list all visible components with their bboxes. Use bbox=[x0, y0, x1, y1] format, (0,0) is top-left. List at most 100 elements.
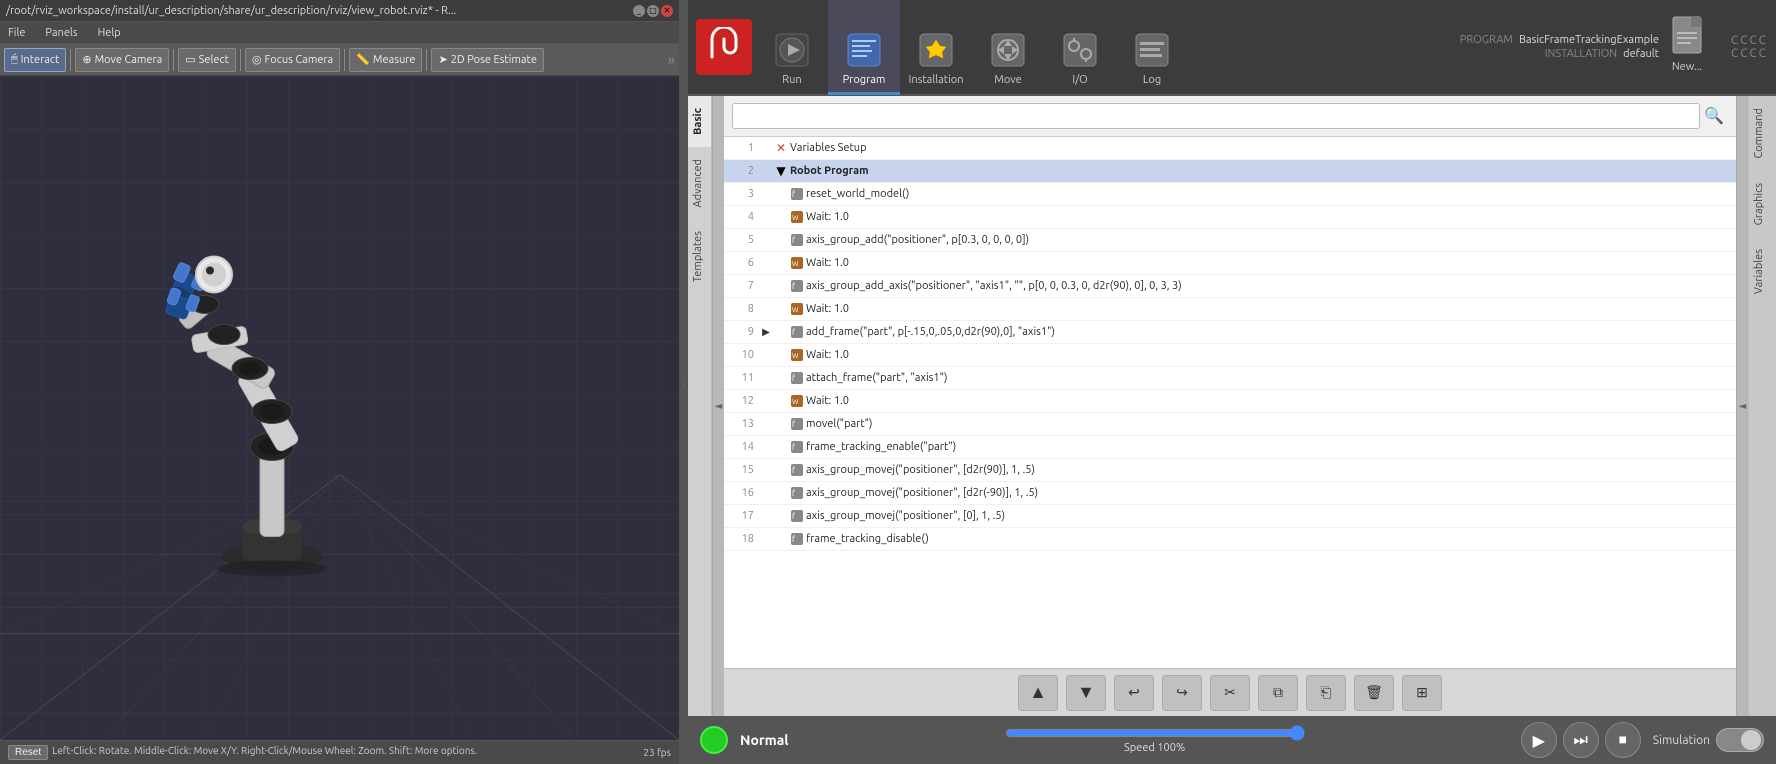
side-panel-tab-command[interactable]: Command bbox=[1749, 96, 1776, 171]
svg-text:W: W bbox=[792, 398, 799, 406]
tree-row[interactable]: 10 W Wait: 1.0 bbox=[724, 344, 1736, 367]
line-num-7: 7 bbox=[728, 280, 760, 292]
rviz-menu-help[interactable]: Help bbox=[94, 25, 125, 41]
tree-row[interactable]: 14 f frame_tracking_enable("part") bbox=[724, 436, 1736, 459]
rviz-menu-file[interactable]: File bbox=[4, 25, 29, 41]
rviz-close-btn[interactable]: ✕ bbox=[661, 5, 673, 17]
svg-text:W: W bbox=[792, 306, 799, 314]
right-collapse-handle[interactable]: ◄ bbox=[1736, 96, 1748, 716]
ur-statusbar: Normal Speed 100% ▶ ⏭ ⏹ Simulation bbox=[688, 716, 1776, 764]
row-text-11: attach_frame("part", "axis1") bbox=[806, 372, 948, 384]
toolbar-sep-2 bbox=[173, 49, 174, 71]
program-tree[interactable]: 1 ✕ Variables Setup 2 ▼ Robot Program bbox=[724, 137, 1736, 668]
side-tab-templates[interactable]: Templates bbox=[688, 219, 711, 294]
pose-estimate-tool-btn[interactable]: ➤ 2D Pose Estimate bbox=[431, 48, 543, 72]
side-tab-advanced[interactable]: Advanced bbox=[688, 147, 711, 219]
rviz-menu-bar: File Panels Help bbox=[0, 22, 679, 44]
program-name-row: PROGRAM BasicFrameTrackingExample bbox=[1460, 34, 1659, 46]
row-text-12: Wait: 1.0 bbox=[806, 395, 849, 407]
simulation-switch[interactable] bbox=[1716, 728, 1764, 752]
search-input[interactable] bbox=[732, 103, 1700, 129]
speed-slider[interactable] bbox=[1005, 726, 1305, 740]
toolbar-sep-4 bbox=[344, 49, 345, 71]
toolbar-sep-1 bbox=[70, 49, 71, 71]
tree-row[interactable]: 15 f axis_group_movej("positioner", [d2r… bbox=[724, 459, 1736, 482]
status-led bbox=[700, 726, 728, 754]
rviz-menu-panels[interactable]: Panels bbox=[41, 25, 81, 41]
redo-btn[interactable]: ↪ bbox=[1162, 675, 1202, 711]
tree-row[interactable]: 2 ▼ Robot Program bbox=[724, 160, 1736, 183]
tree-row[interactable]: 12 W Wait: 1.0 bbox=[724, 390, 1736, 413]
toolbar-more-btn[interactable]: » bbox=[667, 51, 675, 69]
tree-row[interactable]: 17 f axis_group_movej("positioner", [0],… bbox=[724, 505, 1736, 528]
tab-program[interactable]: Program bbox=[828, 0, 900, 95]
rviz-minimize-btn[interactable]: _ bbox=[633, 5, 645, 17]
select-tool-btn[interactable]: ▭ Select bbox=[178, 48, 236, 72]
focus-camera-tool-btn[interactable]: ◎ Focus Camera bbox=[245, 48, 340, 72]
interact-tool-btn[interactable]: 🖱 Interact bbox=[4, 48, 66, 72]
left-collapse-handle[interactable]: ◄ bbox=[712, 96, 724, 716]
installation-icon-svg bbox=[918, 32, 954, 68]
expand-btn[interactable]: ⊞ bbox=[1402, 675, 1442, 711]
tree-row[interactable]: 16 f axis_group_movej("positioner", [d2r… bbox=[724, 482, 1736, 505]
tree-row[interactable]: 18 f frame_tracking_disable() bbox=[724, 528, 1736, 551]
tree-row[interactable]: 3 f reset_world_model() bbox=[724, 183, 1736, 206]
tree-row[interactable]: 6 W Wait: 1.0 bbox=[724, 252, 1736, 275]
search-bar: 🔍 bbox=[724, 96, 1736, 137]
row-text-15: axis_group_movej("positioner", [d2r(90)]… bbox=[806, 464, 1035, 476]
line-num-3: 3 bbox=[728, 188, 760, 200]
cut-btn[interactable]: ✂ bbox=[1210, 675, 1250, 711]
tree-row[interactable]: 4 W Wait: 1.0 bbox=[724, 206, 1736, 229]
panel-divider[interactable]: ⋮ bbox=[680, 0, 688, 764]
tree-row[interactable]: 5 f axis_group_add("positioner", p[0.3, … bbox=[724, 229, 1736, 252]
undo-btn[interactable]: ↩ bbox=[1114, 675, 1154, 711]
move-camera-tool-btn[interactable]: ⊕ Move Camera bbox=[75, 48, 169, 72]
row-icon-8: W bbox=[788, 300, 806, 318]
tab-program-label: Program bbox=[843, 74, 886, 86]
rviz-maximize-btn[interactable]: □ bbox=[647, 5, 659, 17]
tree-row[interactable]: 13 f movel("part") bbox=[724, 413, 1736, 436]
log-icon-svg bbox=[1134, 32, 1170, 68]
line-num-2: 2 bbox=[728, 165, 760, 177]
row-icon-6: W bbox=[788, 254, 806, 272]
tree-row[interactable]: 7 f axis_group_add_axis("positioner", "a… bbox=[724, 275, 1736, 298]
rviz-reset-btn[interactable]: Reset bbox=[8, 745, 48, 760]
move-down-btn[interactable]: ▼ bbox=[1066, 675, 1106, 711]
line-num-5: 5 bbox=[728, 234, 760, 246]
tab-io[interactable]: I/O bbox=[1044, 0, 1116, 95]
svg-text:W: W bbox=[792, 260, 799, 268]
side-tab-basic[interactable]: Basic bbox=[688, 96, 711, 147]
tree-row[interactable]: 9 ▶ f add_frame("part", p[-.15,0,.05,0,d… bbox=[724, 321, 1736, 344]
line-num-9: 9 bbox=[728, 326, 760, 338]
copy-btn[interactable]: ⧉ bbox=[1258, 675, 1298, 711]
play-btn[interactable]: ▶ bbox=[1521, 722, 1557, 758]
stop-btn[interactable]: ⏹ bbox=[1605, 722, 1641, 758]
installation-row: INSTALLATION default bbox=[1545, 48, 1659, 60]
line-num-6: 6 bbox=[728, 257, 760, 269]
tab-run[interactable]: Run bbox=[756, 0, 828, 95]
tab-move[interactable]: Move bbox=[972, 0, 1044, 95]
rviz-viewport[interactable] bbox=[0, 76, 679, 740]
step-btn[interactable]: ⏭ bbox=[1563, 722, 1599, 758]
tab-log[interactable]: Log bbox=[1116, 0, 1188, 95]
move-up-btn[interactable]: ▲ bbox=[1018, 675, 1058, 711]
paste-btn[interactable]: ⎗ bbox=[1306, 675, 1346, 711]
tree-row[interactable]: 1 ✕ Variables Setup bbox=[724, 137, 1736, 160]
tree-row[interactable]: 11 f attach_frame("part", "axis1") bbox=[724, 367, 1736, 390]
search-button[interactable]: 🔍 bbox=[1700, 102, 1728, 130]
measure-tool-btn[interactable]: 📏 Measure bbox=[349, 48, 422, 72]
row-icon-5: f bbox=[788, 231, 806, 249]
program-tab-icon bbox=[842, 28, 886, 72]
side-panel-tab-variables[interactable]: Variables bbox=[1749, 237, 1776, 306]
row-text-6: Wait: 1.0 bbox=[806, 257, 849, 269]
new-btn[interactable]: New... bbox=[1667, 21, 1707, 73]
delete-btn[interactable]: 🗑 bbox=[1354, 675, 1394, 711]
tab-installation[interactable]: Installation bbox=[900, 0, 972, 95]
io-icon-svg bbox=[1062, 32, 1098, 68]
toggle-knob bbox=[1741, 730, 1761, 750]
tree-row[interactable]: 8 W Wait: 1.0 bbox=[724, 298, 1736, 321]
move-camera-label: Move Camera bbox=[95, 54, 163, 66]
side-panel-tab-graphics[interactable]: Graphics bbox=[1749, 171, 1776, 237]
ur-program-info: PROGRAM BasicFrameTrackingExample INSTAL… bbox=[1460, 34, 1659, 60]
row-text-16: axis_group_movej("positioner", [d2r(-90)… bbox=[806, 487, 1038, 499]
